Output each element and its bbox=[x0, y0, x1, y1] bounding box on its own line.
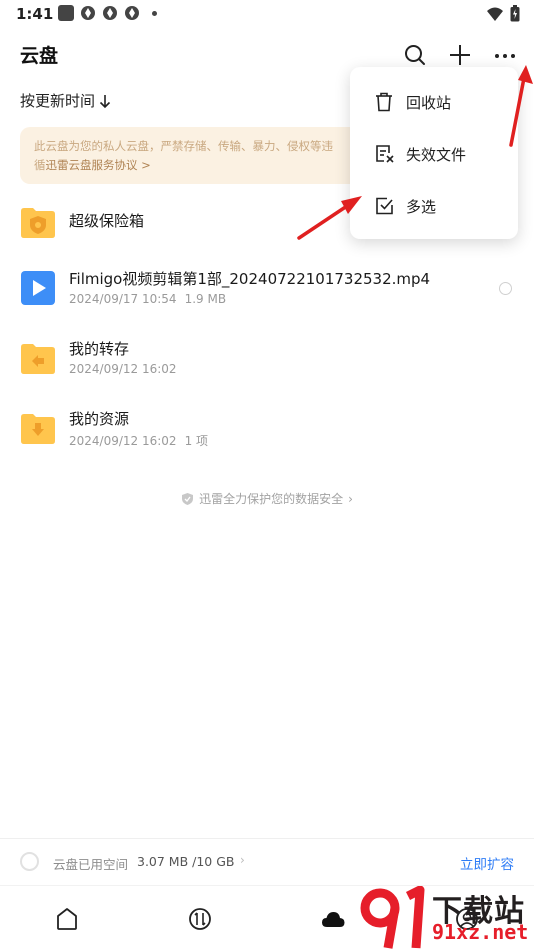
menu-item-recycle-bin[interactable]: 回收站 bbox=[350, 78, 518, 126]
more-options-menu: 回收站 失效文件 多选 bbox=[350, 67, 518, 239]
arrow-down-icon bbox=[99, 94, 111, 108]
more-options-icon[interactable] bbox=[492, 42, 518, 68]
list-item[interactable]: 我的资源 2024/09/12 16:02 1 项 bbox=[20, 406, 520, 452]
list-item[interactable]: Filmigo视频剪辑第1部_20240722101732532.mp4 202… bbox=[20, 266, 520, 312]
add-icon[interactable] bbox=[447, 42, 473, 68]
safe-folder-icon bbox=[21, 208, 55, 238]
shield-icon bbox=[182, 492, 194, 505]
watermark-url: 91xz.net bbox=[432, 920, 529, 944]
file-size: 1.9 MB bbox=[184, 292, 227, 306]
video-file-icon bbox=[21, 271, 55, 305]
status-bar: 1:41 bbox=[0, 0, 534, 28]
file-date: 2024/09/17 10:54 bbox=[69, 292, 177, 306]
storage-value: 3.07 MB /10 GB bbox=[137, 854, 235, 869]
file-meta: 2024/09/17 10:54 1.9 MB bbox=[69, 292, 226, 306]
file-name: 我的转存 bbox=[69, 340, 130, 358]
battery-icon bbox=[510, 5, 520, 22]
file-meta: 2024/09/12 16:02 bbox=[69, 362, 177, 376]
pinwheel-icon bbox=[103, 6, 117, 20]
menu-item-invalid-files[interactable]: 失效文件 bbox=[350, 130, 518, 178]
more-notifications-dot bbox=[152, 10, 157, 16]
cloud-icon[interactable] bbox=[320, 906, 346, 932]
home-icon[interactable] bbox=[54, 906, 80, 932]
watermark-91-icon bbox=[360, 886, 425, 949]
watermark-logo: 下载站 91xz.net bbox=[358, 884, 534, 950]
menu-label: 失效文件 bbox=[406, 145, 467, 164]
pinwheel-icon bbox=[81, 6, 95, 20]
security-note[interactable]: 迅雷全力保护您的数据安全 › bbox=[0, 490, 534, 507]
menu-item-multi-select[interactable]: 多选 bbox=[350, 182, 518, 230]
select-checkbox[interactable] bbox=[499, 282, 512, 295]
chevron-right-icon: › bbox=[348, 491, 353, 506]
trash-icon bbox=[376, 92, 392, 112]
menu-label: 多选 bbox=[406, 197, 437, 216]
status-time: 1:41 bbox=[16, 5, 54, 23]
file-name: 超级保险箱 bbox=[69, 212, 145, 230]
app-notification-icon bbox=[58, 5, 74, 21]
chevron-right-icon: › bbox=[240, 853, 245, 867]
page-title: 云盘 bbox=[20, 45, 59, 67]
transfer-icon[interactable] bbox=[187, 906, 213, 932]
notice-text-line2: 循 bbox=[34, 158, 46, 172]
multi-select-icon bbox=[376, 197, 393, 215]
wifi-icon bbox=[487, 7, 503, 21]
pinwheel-icon bbox=[125, 6, 139, 20]
expand-storage-button[interactable]: 立即扩容 bbox=[460, 853, 514, 873]
search-icon[interactable] bbox=[402, 42, 428, 68]
storage-bar[interactable]: 云盘已用空间 3.07 MB /10 GB › 立即扩容 bbox=[0, 838, 534, 884]
file-date: 2024/09/12 16:02 bbox=[69, 434, 177, 448]
security-note-text: 迅雷全力保护您的数据安全 bbox=[199, 492, 344, 506]
file-meta: 2024/09/12 16:02 1 项 bbox=[69, 432, 208, 449]
notification-icons bbox=[58, 5, 157, 21]
service-agreement-link[interactable]: 迅雷云盘服务协议 > bbox=[46, 158, 151, 172]
file-name: Filmigo视频剪辑第1部_20240722101732532.mp4 bbox=[69, 270, 431, 288]
sort-label: 按更新时间 bbox=[20, 92, 96, 110]
storage-usage-ring bbox=[20, 852, 39, 871]
menu-label: 回收站 bbox=[406, 93, 452, 112]
invalid-file-icon bbox=[376, 145, 394, 163]
system-icons bbox=[486, 5, 520, 22]
file-count: 1 项 bbox=[184, 434, 209, 448]
file-date: 2024/09/12 16:02 bbox=[69, 362, 177, 376]
file-name: 我的资源 bbox=[69, 410, 130, 428]
list-item[interactable]: 我的转存 2024/09/12 16:02 bbox=[20, 336, 520, 382]
transfer-folder-icon bbox=[21, 344, 55, 374]
download-folder-icon bbox=[21, 414, 55, 444]
sort-selector[interactable]: 按更新时间 bbox=[20, 90, 112, 111]
storage-label: 云盘已用空间 bbox=[53, 857, 129, 872]
